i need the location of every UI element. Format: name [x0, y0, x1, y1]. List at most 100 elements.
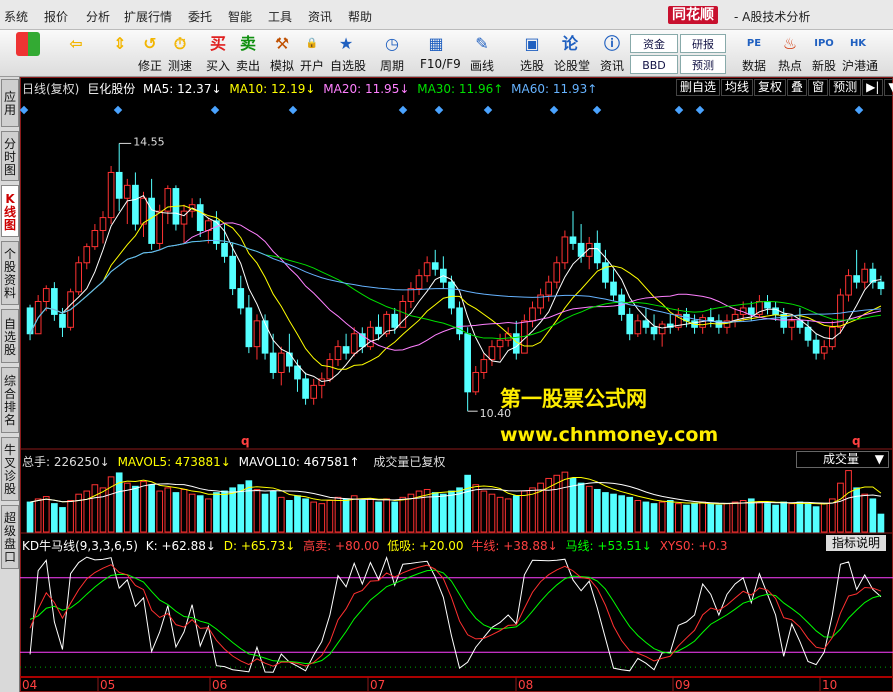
volume-bar [593, 488, 601, 533]
sidebar-tab-7[interactable]: 超级盘口 [1, 505, 19, 569]
menu-item-7[interactable]: 资讯 [308, 8, 332, 25]
nav-arrow-icon[interactable]: ▶| [862, 79, 884, 96]
price-panel-button-3[interactable]: 叠 [787, 79, 808, 96]
candle [699, 317, 707, 328]
candle [115, 171, 123, 199]
sidebar-tab-3[interactable]: 个股资料 [1, 241, 19, 305]
candle [148, 197, 155, 244]
candle [756, 300, 763, 315]
correct-label: 修正 [137, 59, 162, 73]
candle [42, 288, 50, 302]
candle [448, 281, 455, 309]
menu-item-5[interactable]: 智能 [228, 8, 252, 25]
menu-item-3[interactable]: 扩展行情 [124, 8, 172, 25]
candle [634, 320, 642, 335]
ma60-value: MA60: 11.93↑ [511, 82, 598, 96]
sell-icon: 卖 [239, 34, 256, 53]
x-axis-label-2: 06 [212, 678, 227, 692]
menu-item-2[interactable]: 分析 [86, 8, 110, 25]
toolbar-watchlist-button[interactable]: ★ 自选股 [330, 32, 366, 74]
toolbar-open-account-button[interactable]: 🔒 开户 [296, 32, 328, 74]
toolbar-small-button-0[interactable]: 资金 [630, 34, 678, 53]
candle [326, 359, 334, 380]
volume-bar [496, 496, 504, 533]
volume-bar [464, 474, 471, 533]
menu-item-1[interactable]: 报价 [44, 8, 68, 25]
x-axis-label-6: 10 [822, 678, 837, 692]
toolbar-back-button[interactable]: ⇦ [60, 32, 92, 74]
toolbar-small-button-2[interactable]: BBD [630, 55, 678, 74]
menu-item-0[interactable]: 系统 [4, 8, 28, 25]
toolbar-period-button[interactable]: ◷ 周期 [376, 32, 408, 74]
candle [602, 262, 609, 283]
menu-item-4[interactable]: 委托 [188, 8, 212, 25]
sidebar-tab-1[interactable]: 分时图 [1, 131, 19, 181]
toolbar-home-button[interactable] [12, 32, 44, 74]
toolbar-f10-button[interactable]: ▦ F10/F9 [420, 32, 461, 74]
toolbar-small-button-1[interactable]: 研报 [680, 34, 726, 53]
volume-bar [796, 501, 804, 533]
toolbar-correct-button[interactable]: ↺ 修正 [134, 32, 166, 74]
candle [804, 326, 812, 341]
toolbar-simulate-button[interactable]: ⚒ 模拟 [266, 32, 298, 74]
volume-bar [302, 498, 309, 533]
mavol10-value: MAVOL10: 467581↑ [238, 455, 360, 469]
mavol5-value: MAVOL5: 473881↓ [117, 455, 231, 469]
blue-marker-icon [483, 105, 493, 115]
sidebar-tab-5[interactable]: 综合排名 [1, 367, 19, 433]
volume-bar [472, 484, 480, 533]
toolbar-sell-button[interactable]: 卖卖出 [232, 32, 264, 74]
toolbar-data-button[interactable]: PE 数据 [738, 32, 770, 74]
toolbar-new-stock-button[interactable]: IPO 新股 [808, 32, 840, 74]
toolbar-hk-connect-button[interactable]: HK 沪港通 [842, 32, 878, 74]
blue-marker-icon [113, 105, 123, 115]
toolbar-speed-button[interactable]: ⏱ 测速 [164, 32, 196, 74]
menu-item-8[interactable]: 帮助 [348, 8, 372, 25]
toolbar-hot-button[interactable]: ♨ 热点 [774, 32, 806, 74]
price-panel-button-4[interactable]: 窗 [808, 79, 829, 96]
volume-bar [837, 482, 844, 533]
volume-bar [448, 490, 455, 533]
candle [156, 210, 164, 244]
volume-bar [618, 495, 625, 533]
volume-bar [480, 490, 488, 533]
indicator-help-button[interactable]: 指标说明 [826, 535, 886, 551]
volume-bar [658, 501, 666, 533]
volume-bar [788, 503, 796, 533]
volume-indicator-select[interactable]: 成交量 ▼ [796, 451, 889, 468]
toolbar-news-button[interactable]: ⓘ 资讯 [596, 32, 628, 74]
price-panel-button-2[interactable]: 复权 [754, 79, 787, 96]
menu-item-6[interactable]: 工具 [268, 8, 292, 25]
volume-bar [723, 503, 731, 533]
blue-marker-icon [434, 105, 444, 115]
volume-bar [107, 476, 115, 533]
price-panel-button-1[interactable]: 均线 [721, 79, 754, 96]
chevron-down-icon[interactable]: ▼ [884, 79, 893, 96]
price-panel-button-5[interactable]: 预测 [829, 79, 862, 96]
sidebar-tab-6[interactable]: 牛叉诊股 [1, 437, 19, 501]
price-panel-button-0[interactable]: 删自选 [676, 79, 721, 96]
toolbar: ⇦ ⇕ ↺ 修正 ⏱ 测速买买入卖卖出 ⚒ 模拟 🔒 开户 ★ 自选股 ◷ 周期 ▦ F10/F9 ✎ 画线 ▣ 选股… [0, 30, 893, 77]
volume-bar [188, 493, 196, 533]
sidebar-tab-4[interactable]: 自选股 [1, 309, 19, 363]
volume-bar [196, 495, 204, 533]
sidebar-tab-2[interactable]: K线图 [1, 185, 19, 237]
toolbar-buy-button[interactable]: 买买入 [202, 32, 234, 74]
candle [59, 313, 66, 328]
select-stock-label: 选股 [519, 59, 544, 73]
price-panel-buttons: 删自选 均线 复权叠窗预测 ▶| ▼ [676, 79, 893, 96]
candle [415, 275, 423, 290]
hot-label: 热点 [777, 59, 802, 73]
sidebar-tab-0[interactable]: 应用 [1, 79, 19, 127]
volume-bar [34, 498, 42, 533]
toolbar-draw-button[interactable]: ✎ 画线 [466, 32, 498, 74]
volume-bar [221, 490, 228, 533]
blue-marker-icon [549, 105, 559, 115]
chart-frame [20, 77, 893, 692]
toolbar-select-stock-button[interactable]: ▣ 选股 [516, 32, 548, 74]
toolbar-updown-button[interactable]: ⇕ [104, 32, 136, 74]
toolbar-small-button-3[interactable]: 预测 [680, 55, 726, 74]
d-line [29, 569, 882, 664]
toolbar-forum-button[interactable]: 论论股堂 [554, 32, 590, 74]
candle [310, 384, 318, 399]
